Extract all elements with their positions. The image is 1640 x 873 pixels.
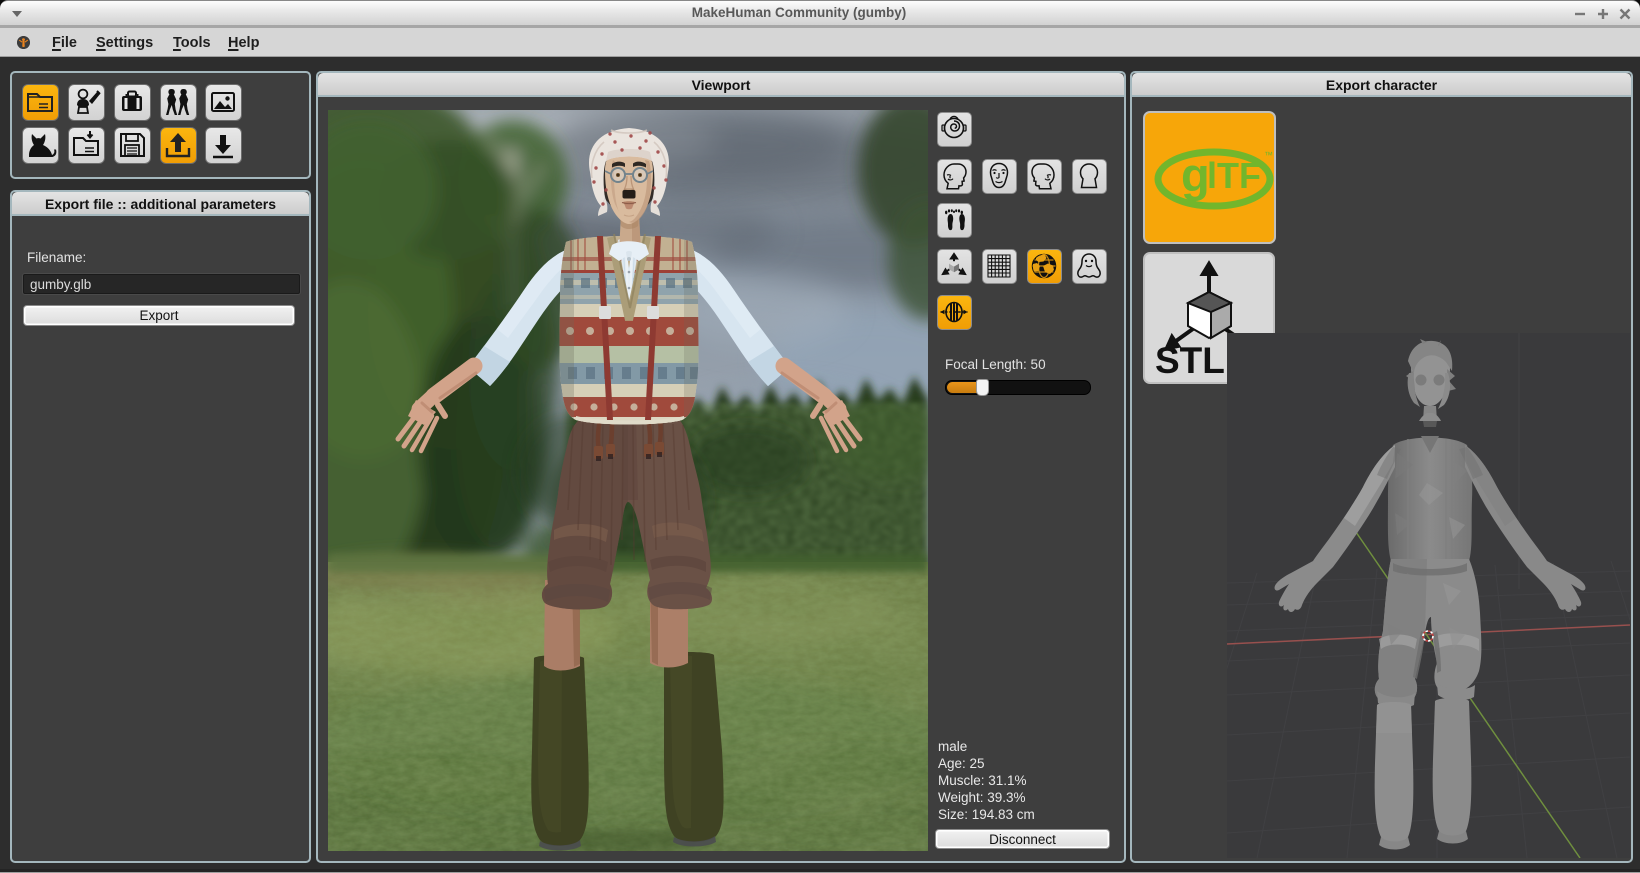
svg-text:lTF: lTF	[1207, 155, 1261, 196]
svg-text:g: g	[1181, 148, 1210, 201]
svg-text:STL: STL	[1155, 340, 1225, 381]
svg-text:™: ™	[1264, 150, 1273, 160]
